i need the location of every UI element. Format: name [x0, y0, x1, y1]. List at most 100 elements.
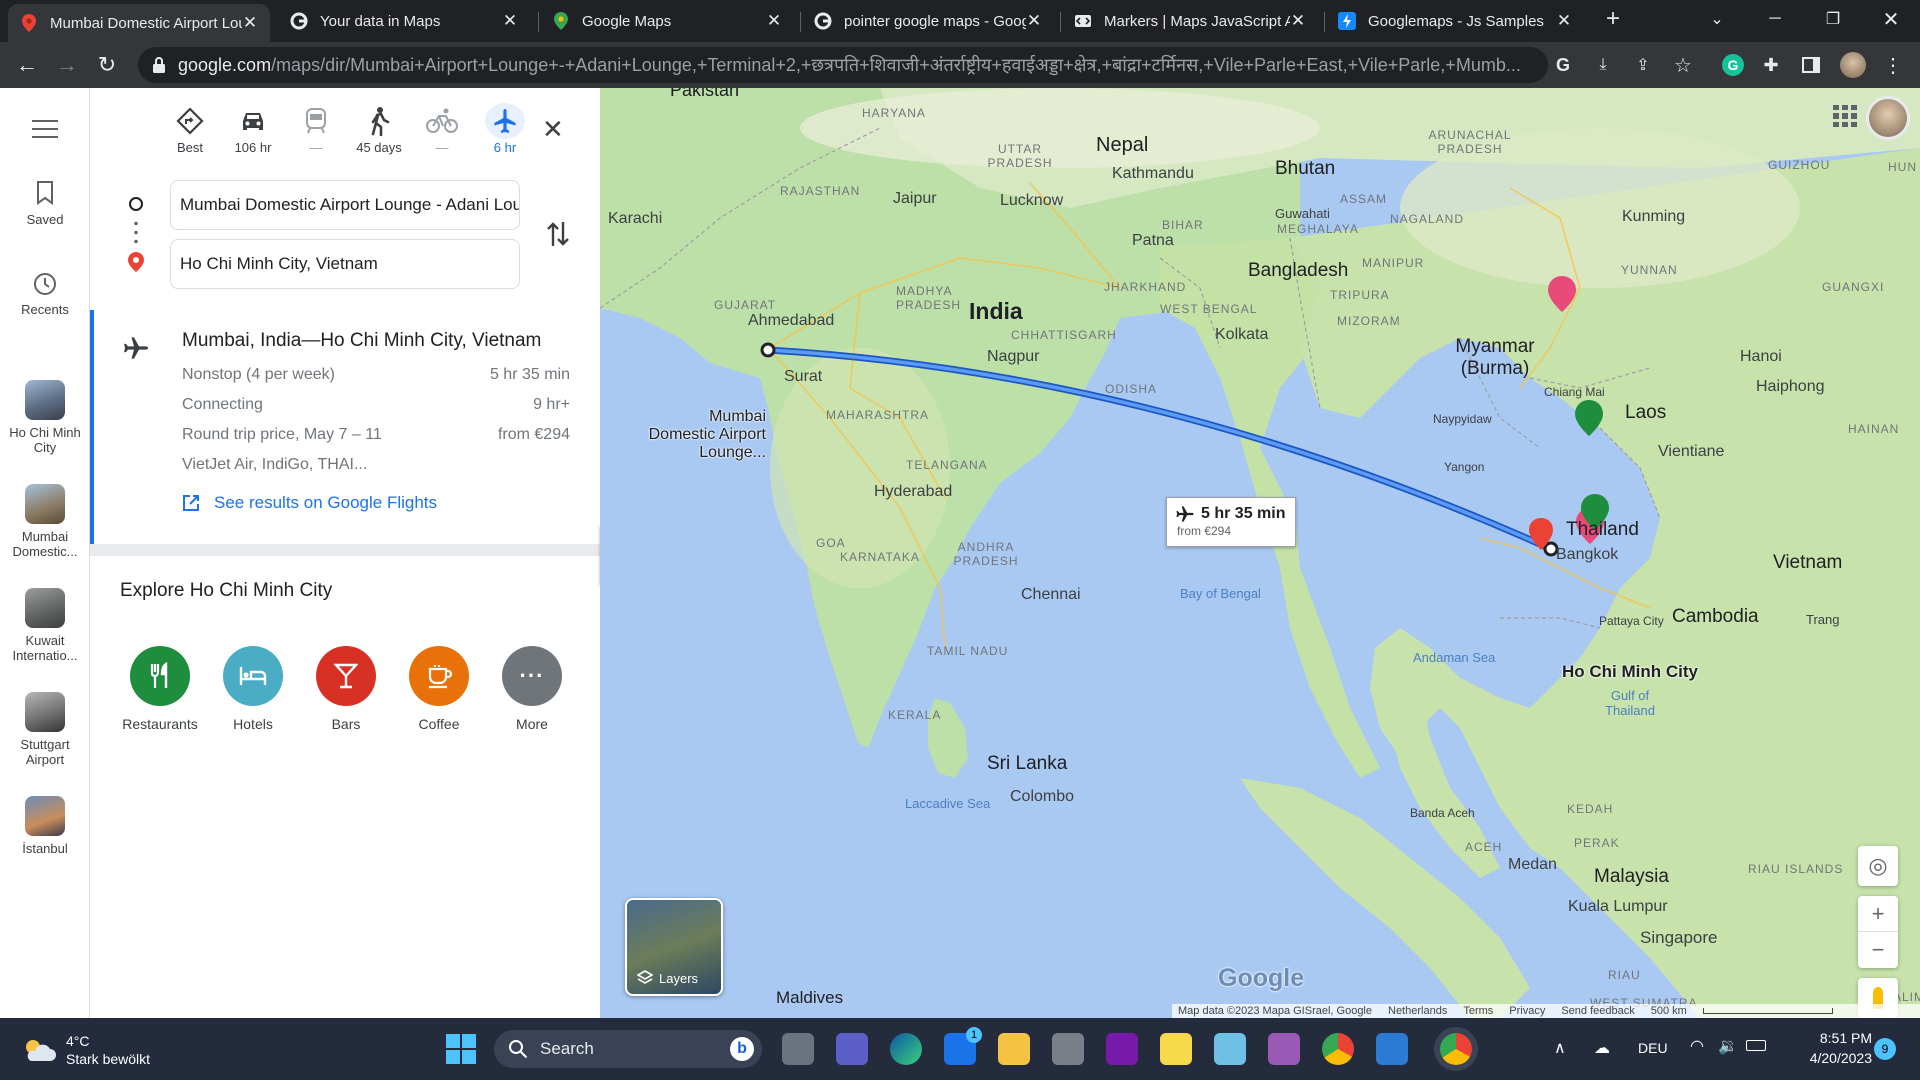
scale-label[interactable]: 500 km [1651, 1005, 1687, 1017]
reload-button[interactable]: ↻ [92, 50, 122, 80]
clipchamp-icon[interactable] [1268, 1033, 1300, 1065]
close-icon[interactable]: ✕ [1026, 11, 1042, 31]
flight-result-card[interactable]: Mumbai, India—Ho Chi Minh City, Vietnam … [90, 310, 600, 544]
battery-icon[interactable] [1746, 1040, 1766, 1051]
taskbar-search[interactable]: Search b [494, 1030, 762, 1068]
grammarly-extension-button[interactable]: G [1718, 50, 1748, 80]
mode-best[interactable]: Best [160, 106, 220, 155]
tab-your-data[interactable]: Your data in Maps ✕ [278, 0, 530, 42]
region-label: YUNNAN [1621, 263, 1678, 277]
minimize-button[interactable]: ─ [1752, 0, 1798, 38]
tab-pointer-search[interactable]: pointer google maps - Google Search ✕ [802, 0, 1054, 42]
install-app-button[interactable]: ⤓ [1588, 50, 1618, 80]
close-icon[interactable]: ✕ [1290, 11, 1306, 31]
back-button[interactable]: ← [12, 50, 42, 80]
google-lens-button[interactable]: G [1548, 50, 1578, 80]
tray-overflow-icon[interactable]: ∧ [1554, 1038, 1566, 1058]
zoom-out-button[interactable]: − [1858, 932, 1898, 968]
chrome-active-icon[interactable] [1440, 1033, 1472, 1065]
rail-item-saved[interactable]: Saved [0, 180, 90, 227]
google-maps-icon [20, 14, 38, 32]
terms-link[interactable]: Terms [1463, 1005, 1493, 1017]
category-restaurants[interactable]: Restaurants [120, 646, 200, 732]
clock[interactable]: 8:51 PM 4/20/2023 [1788, 1028, 1872, 1068]
vscode-icon[interactable] [1376, 1033, 1408, 1065]
onenote-icon[interactable] [1106, 1033, 1138, 1065]
mail-icon[interactable]: 1 [944, 1027, 982, 1065]
region-label: RIAU ISLANDS [1748, 862, 1844, 876]
mode-driving[interactable]: 106 hr [223, 106, 283, 155]
region-link[interactable]: Netherlands [1388, 1005, 1447, 1017]
close-icon[interactable]: ✕ [502, 11, 518, 31]
tab-mumbai-airport[interactable]: Mumbai Domestic Airport Lounge - Adani ✕ [8, 4, 270, 42]
vivaldi-icon[interactable] [1214, 1033, 1246, 1065]
rail-item-recents[interactable]: Recents [0, 270, 90, 317]
send-feedback-link[interactable]: Send feedback [1561, 1005, 1634, 1017]
side-panel-button[interactable] [1796, 50, 1826, 80]
my-location-button[interactable]: ◎ [1858, 846, 1898, 886]
category-bars[interactable]: Bars [306, 646, 386, 732]
close-icon[interactable]: ✕ [766, 11, 782, 31]
sticky-notes-icon[interactable] [1160, 1033, 1192, 1065]
close-icon[interactable]: ✕ [242, 13, 258, 33]
task-view-icon[interactable] [782, 1033, 814, 1065]
flight-duration-badge[interactable]: 5 hr 35 min from €294 [1166, 497, 1296, 547]
swap-directions-button[interactable] [545, 218, 571, 250]
chrome-icon[interactable] [1322, 1033, 1354, 1065]
extensions-button[interactable]: ✚ [1756, 50, 1786, 80]
notification-badge[interactable]: 9 [1874, 1038, 1896, 1060]
window-close-button[interactable]: ✕ [1868, 0, 1914, 38]
file-explorer-icon[interactable] [998, 1033, 1030, 1065]
onedrive-icon[interactable]: ☁ [1594, 1038, 1610, 1058]
tab-markers-api[interactable]: Markers | Maps JavaScript API ✕ [1062, 0, 1318, 42]
category-more[interactable]: ··· More [492, 646, 572, 732]
start-button[interactable] [446, 1034, 476, 1064]
restore-button[interactable]: ❐ [1810, 0, 1856, 38]
close-directions-button[interactable]: ✕ [542, 114, 564, 145]
address-bar[interactable]: google.com/maps/dir/Mumbai+Airport+Loung… [138, 47, 1548, 83]
edge-icon[interactable] [890, 1033, 922, 1065]
bookmark-star-button[interactable]: ☆ [1668, 50, 1698, 80]
rail-item-stuttgart[interactable]: Stuttgart Airport [0, 692, 90, 767]
app-icon[interactable] [1052, 1033, 1084, 1065]
origin-input[interactable]: Mumbai Domestic Airport Lounge - Adani L… [170, 180, 520, 230]
privacy-link[interactable]: Privacy [1509, 1005, 1545, 1017]
profile-button[interactable] [1838, 50, 1868, 80]
chrome-menu-button[interactable]: ⋮ [1878, 50, 1908, 80]
share-button[interactable]: ⇪ [1628, 50, 1658, 80]
rail-item-mumbai-domestic[interactable]: Mumbai Domestic... [0, 484, 90, 559]
destination-input[interactable]: Ho Chi Minh City, Vietnam [170, 239, 520, 289]
search-placeholder: Search [540, 1039, 594, 1058]
account-avatar[interactable] [1866, 96, 1910, 140]
category-label: Hotels [233, 716, 273, 732]
weather-widget[interactable]: 4°C Stark bewölkt [22, 1032, 150, 1068]
rail-item-label: İstanbul [22, 841, 68, 856]
region-label: MEGHALAYA [1277, 222, 1359, 236]
rail-item-ho-chi-minh[interactable]: Ho Chi Minh City [0, 380, 90, 455]
layers-button[interactable]: Layers [625, 898, 723, 996]
volume-icon[interactable]: 🔉 [1718, 1036, 1738, 1056]
wifi-icon[interactable]: ◠ [1690, 1036, 1704, 1056]
mode-walking[interactable]: 45 days [349, 106, 409, 155]
apps-button[interactable] [1830, 102, 1858, 130]
region-label: GUIZHOU [1768, 158, 1831, 172]
google-flights-link[interactable]: See results on Google Flights [182, 493, 437, 513]
close-icon[interactable]: ✕ [1556, 11, 1572, 31]
zoom-in-button[interactable]: + [1858, 896, 1898, 932]
mode-flights[interactable]: 6 hr [475, 103, 535, 155]
menu-button[interactable] [32, 120, 58, 138]
language-indicator[interactable]: DEU [1638, 1040, 1668, 1056]
new-tab-button[interactable]: + [1590, 0, 1636, 38]
tab-google-maps[interactable]: Google Maps ✕ [540, 0, 794, 42]
tab-search-button[interactable]: ⌄ [1694, 0, 1740, 38]
mode-cycling[interactable]: — [412, 106, 472, 155]
forward-button[interactable]: → [52, 50, 82, 80]
tab-js-samples[interactable]: Googlemaps - Js Samples ✕ [1326, 0, 1584, 42]
category-hotels[interactable]: Hotels [213, 646, 293, 732]
rail-item-istanbul[interactable]: İstanbul [0, 796, 90, 856]
teams-chat-icon[interactable] [836, 1033, 868, 1065]
map-canvas[interactable]: Pakistan Nepal Bhutan India Bangladesh M… [600, 88, 1920, 1018]
mode-transit[interactable]: — [286, 106, 346, 155]
category-coffee[interactable]: Coffee [399, 646, 479, 732]
rail-item-kuwait[interactable]: Kuwait Internatio... [0, 588, 90, 663]
